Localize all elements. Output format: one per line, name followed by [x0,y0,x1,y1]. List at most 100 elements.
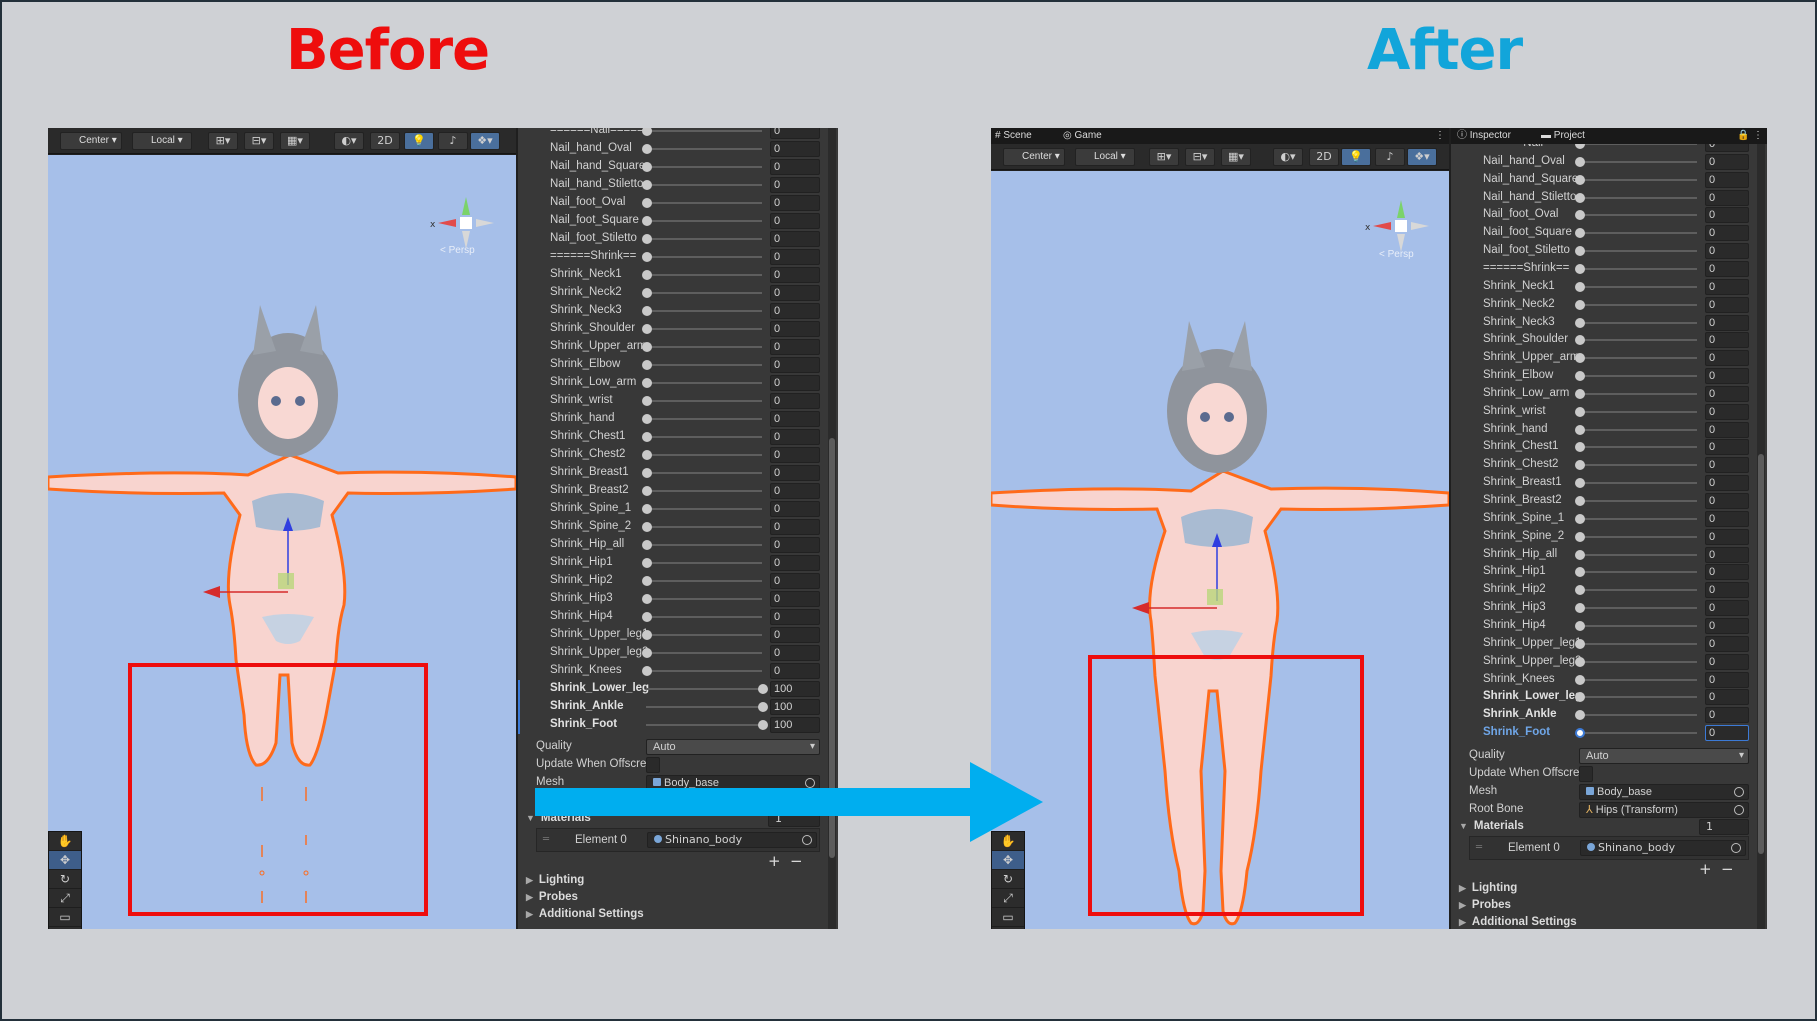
slider-handle[interactable] [1575,656,1585,667]
slider-handle[interactable] [1575,728,1585,739]
lighting-foldout[interactable]: ▶ Lighting [1459,882,1517,894]
blendshape-value-field[interactable]: 0 [770,177,820,193]
slider-track[interactable] [646,310,762,312]
slider-track[interactable] [1579,732,1697,735]
blendshape-value-field[interactable]: 0 [1705,510,1749,527]
slider-track[interactable] [1579,696,1697,699]
2d-toggle-button[interactable]: 2D [1309,148,1339,166]
slider-track[interactable] [646,130,762,132]
slider-handle[interactable] [642,270,652,280]
tab-scene[interactable]: # Scene [995,128,1032,144]
rotate-tool-icon[interactable]: ↻ [49,870,81,889]
effects-toggle-icon[interactable]: ❖▾ [1407,148,1437,166]
slider-handle[interactable] [642,414,652,424]
tab-inspector[interactable]: ⓘ Inspector [1457,128,1511,144]
slider-handle[interactable] [1575,335,1585,346]
slider-handle[interactable] [642,128,652,136]
slider-track[interactable] [1579,392,1697,395]
slider-track[interactable] [1579,589,1697,592]
slider-handle[interactable] [642,666,652,676]
blendshape-value-field[interactable]: 0 [1705,314,1749,331]
slider-handle[interactable] [642,576,652,586]
pivot-local-button[interactable]: Local ▾ [1075,148,1135,166]
slider-track[interactable] [1579,517,1697,520]
slider-track[interactable] [646,706,762,708]
slider-track[interactable] [1579,553,1697,556]
blendshape-value-field[interactable]: 0 [770,213,820,229]
slider-track[interactable] [646,544,762,546]
slider-track[interactable] [1579,250,1697,253]
quality-dropdown[interactable]: Auto [646,739,820,755]
additional-settings-foldout[interactable]: ▶ Additional Settings [526,908,644,920]
slider-handle[interactable] [1575,228,1585,239]
blendshape-value-field[interactable]: 0 [1705,582,1749,599]
slider-handle[interactable] [1575,603,1585,614]
audio-toggle-icon[interactable]: ♪ [438,132,468,150]
rect-tool-icon[interactable]: ▭ [992,908,1024,927]
slider-track[interactable] [646,472,762,474]
blendshape-value-field[interactable]: 0 [1705,689,1749,706]
rootbone-field[interactable]: ⅄ Hips (Transform) [1579,802,1749,818]
blendshape-value-field[interactable]: 0 [1705,403,1749,420]
slider-track[interactable] [646,580,762,582]
slider-track[interactable] [1579,482,1697,485]
blendshape-value-field[interactable]: 0 [1705,600,1749,617]
slider-track[interactable] [646,202,762,204]
slider-handle[interactable] [1575,281,1585,292]
slider-handle[interactable] [758,702,768,712]
blendshape-value-field[interactable]: 0 [770,447,820,463]
slider-track[interactable] [646,526,762,528]
slider-handle[interactable] [1575,674,1585,685]
slider-handle[interactable] [642,360,652,370]
blendshape-value-field[interactable]: 0 [770,465,820,481]
blendshape-value-field[interactable]: 0 [770,573,820,589]
blendshape-value-field[interactable]: 0 [770,375,820,391]
slider-handle[interactable] [642,324,652,334]
blendshape-value-field[interactable]: 0 [1705,260,1749,277]
blendshape-value-field[interactable]: 100 [770,681,820,697]
audio-toggle-icon[interactable]: ♪ [1375,148,1405,166]
slider-track[interactable] [1579,428,1697,431]
blendshape-value-field[interactable]: 0 [770,393,820,409]
slider-handle[interactable] [1575,585,1585,596]
quality-dropdown[interactable]: Auto [1579,748,1749,764]
slider-track[interactable] [1579,285,1697,288]
slider-handle[interactable] [1575,406,1585,417]
slider-handle[interactable] [1575,144,1585,149]
slider-track[interactable] [1579,214,1697,217]
slider-track[interactable] [646,652,762,654]
tab-menu-icon[interactable]: ⋮ [1435,128,1445,144]
2d-toggle-button[interactable]: 2D [370,132,400,150]
slider-handle[interactable] [642,180,652,190]
slider-handle[interactable] [1575,388,1585,399]
hand-tool-icon[interactable]: ✋ [49,832,81,851]
slider-handle[interactable] [1575,371,1585,382]
slider-handle[interactable] [642,288,652,298]
slider-handle[interactable] [642,468,652,478]
increment-snap-icon[interactable]: ▦▾ [1221,148,1251,166]
slider-handle[interactable] [758,720,768,730]
blendshape-value-field[interactable]: 0 [770,591,820,607]
slider-track[interactable] [646,328,762,330]
slider-track[interactable] [1579,357,1697,360]
slider-handle[interactable] [642,486,652,496]
blendshape-value-field[interactable]: 0 [1705,350,1749,367]
blendshape-value-field[interactable]: 0 [1705,546,1749,563]
blendshape-value-field[interactable]: 0 [770,339,820,355]
slider-track[interactable] [1579,196,1697,199]
lighting-foldout[interactable]: ▶ Lighting [526,874,584,886]
draw-mode-icon[interactable]: ◐▾ [1273,148,1303,166]
drag-handle-icon[interactable]: ═ [1476,842,1482,853]
blendshape-value-field[interactable]: 0 [1705,528,1749,545]
lighting-toggle-icon[interactable]: 💡 [404,132,434,150]
slider-track[interactable] [646,400,762,402]
probes-foldout[interactable]: ▶ Probes [526,891,578,903]
blendshape-value-field[interactable]: 0 [1705,564,1749,581]
tab-project[interactable]: ▬ Project [1541,128,1585,144]
object-picker-icon[interactable] [1734,787,1744,797]
scrollbar-thumb[interactable] [1758,454,1764,854]
blendshape-value-field[interactable]: 0 [770,555,820,571]
materials-foldout[interactable]: ▼ Materials [1459,820,1524,832]
slider-handle[interactable] [1575,710,1585,721]
add-element-button[interactable]: + [768,852,781,870]
